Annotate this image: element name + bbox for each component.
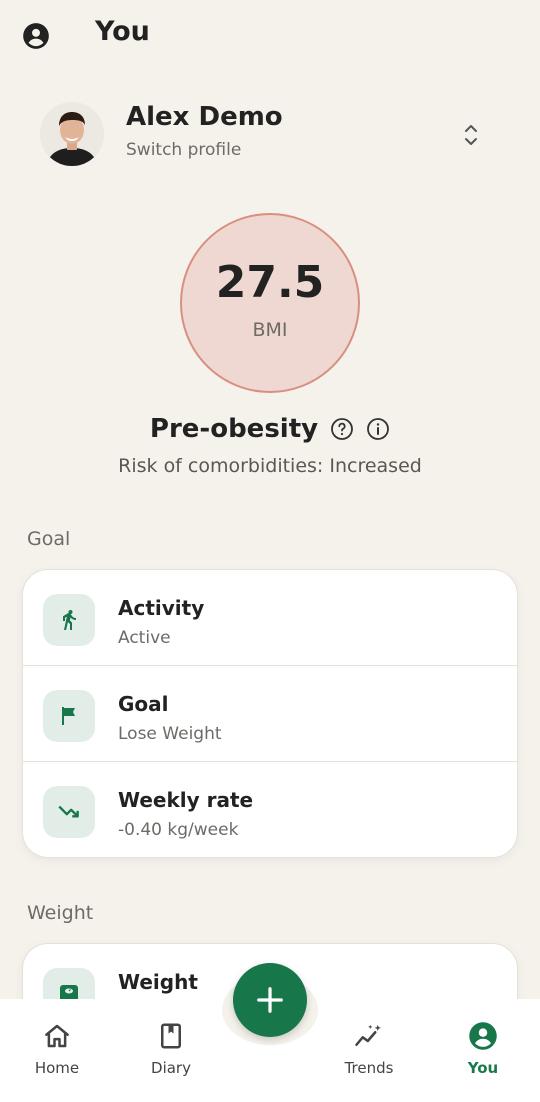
- row-title: Activity: [118, 596, 205, 620]
- bmi-gauge: 27.5 BMI: [180, 213, 360, 393]
- nav-label-you: You: [467, 1059, 499, 1077]
- row-value: -0.40 kg/week: [118, 820, 239, 840]
- list-item-goal[interactable]: Goal Lose Weight: [23, 666, 517, 762]
- section-label-weight: Weight: [27, 902, 94, 924]
- trending-down-icon: [43, 786, 95, 838]
- flag-icon: [43, 690, 95, 742]
- goal-card: Activity Active Goal Lose Weight Weekly …: [22, 569, 518, 858]
- walking-person-icon: [43, 594, 95, 646]
- nav-item-trends[interactable]: Trends: [324, 1021, 414, 1077]
- help-icon[interactable]: [330, 417, 354, 441]
- row-value: Lose Weight: [118, 724, 222, 744]
- bmi-label: BMI: [252, 319, 288, 341]
- add-entry-button[interactable]: [233, 963, 307, 1037]
- nav-label-diary: Diary: [151, 1059, 191, 1077]
- account-circle-icon: [469, 1022, 497, 1050]
- nav-label-trends: Trends: [344, 1059, 394, 1077]
- profile-name: Alex Demo: [126, 102, 283, 132]
- bmi-category: Pre-obesity: [149, 414, 319, 444]
- row-title: Weight: [118, 970, 198, 994]
- list-item-activity[interactable]: Activity Active: [23, 570, 517, 666]
- list-item-weekly-rate[interactable]: Weekly rate -0.40 kg/week: [23, 762, 517, 857]
- bmi-value: 27.5: [215, 257, 325, 308]
- section-label-goal: Goal: [27, 528, 71, 550]
- unfold-chevrons-icon[interactable]: [460, 120, 482, 150]
- row-title: Goal: [118, 692, 169, 716]
- switch-profile-label: Switch profile: [126, 140, 242, 160]
- nav-item-you[interactable]: You: [438, 1021, 528, 1077]
- trends-sparkle-icon: [355, 1024, 381, 1046]
- diary-book-icon: [161, 1023, 181, 1049]
- nav-label-home: Home: [34, 1059, 80, 1077]
- top-app-bar: You: [0, 0, 540, 72]
- risk-text: Risk of comorbidities: Increased: [118, 455, 422, 477]
- account-circle-icon[interactable]: [22, 22, 50, 50]
- home-icon: [45, 1024, 69, 1048]
- nav-item-home[interactable]: Home: [12, 1021, 102, 1077]
- row-value: Active: [118, 628, 171, 648]
- info-icon[interactable]: [366, 417, 390, 441]
- bmi-category-row: Pre-obesity: [0, 414, 540, 450]
- row-title: Weekly rate: [118, 788, 254, 812]
- nav-item-diary[interactable]: Diary: [126, 1021, 216, 1077]
- profile-switcher[interactable]: Alex Demo Switch profile: [40, 100, 500, 170]
- plus-icon: [257, 987, 283, 1013]
- avatar: [40, 102, 104, 166]
- page-title: You: [95, 16, 150, 47]
